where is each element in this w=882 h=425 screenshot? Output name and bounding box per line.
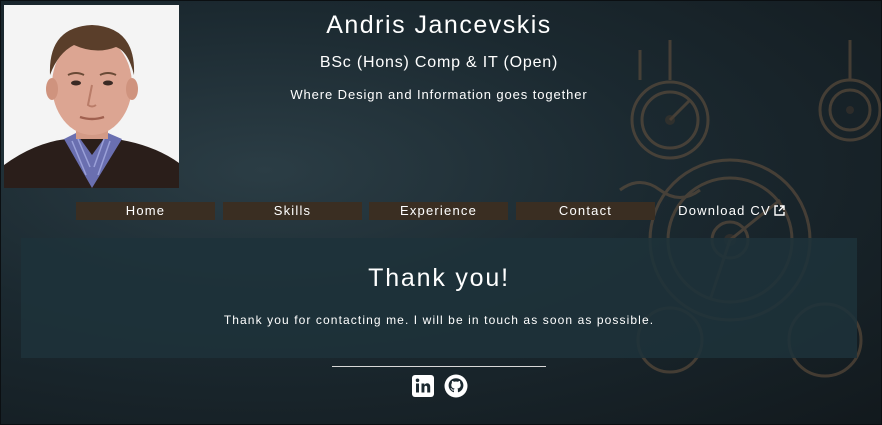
degree-subtitle: BSc (Hons) Comp & IT (Open) — [319, 54, 559, 71]
tagline: Where Design and Information goes togeth… — [290, 87, 588, 102]
nav-skills-link[interactable]: Skills — [223, 202, 362, 220]
thank-you-heading: Thank you! — [368, 264, 510, 292]
linkedin-icon[interactable] — [411, 374, 435, 398]
profile-photo — [4, 5, 179, 188]
external-link-icon — [774, 203, 785, 221]
nav-experience-link[interactable]: Experience — [369, 202, 508, 220]
nav-download-cv-link[interactable]: Download CV — [662, 202, 801, 220]
nav-contact-link[interactable]: Contact — [516, 202, 655, 220]
thank-you-message: Thank you for contacting me. I will be i… — [223, 313, 655, 327]
github-icon[interactable] — [444, 374, 468, 398]
download-cv-label: Download CV — [678, 203, 771, 218]
site-title: Andris Jancevskis — [326, 11, 552, 39]
nav-home-link[interactable]: Home — [76, 202, 215, 220]
main-navigation: Home Skills Experience Contact Download … — [0, 202, 882, 220]
thank-you-panel: Thank you! Thank you for contacting me. … — [21, 238, 857, 358]
footer-divider — [332, 366, 546, 367]
